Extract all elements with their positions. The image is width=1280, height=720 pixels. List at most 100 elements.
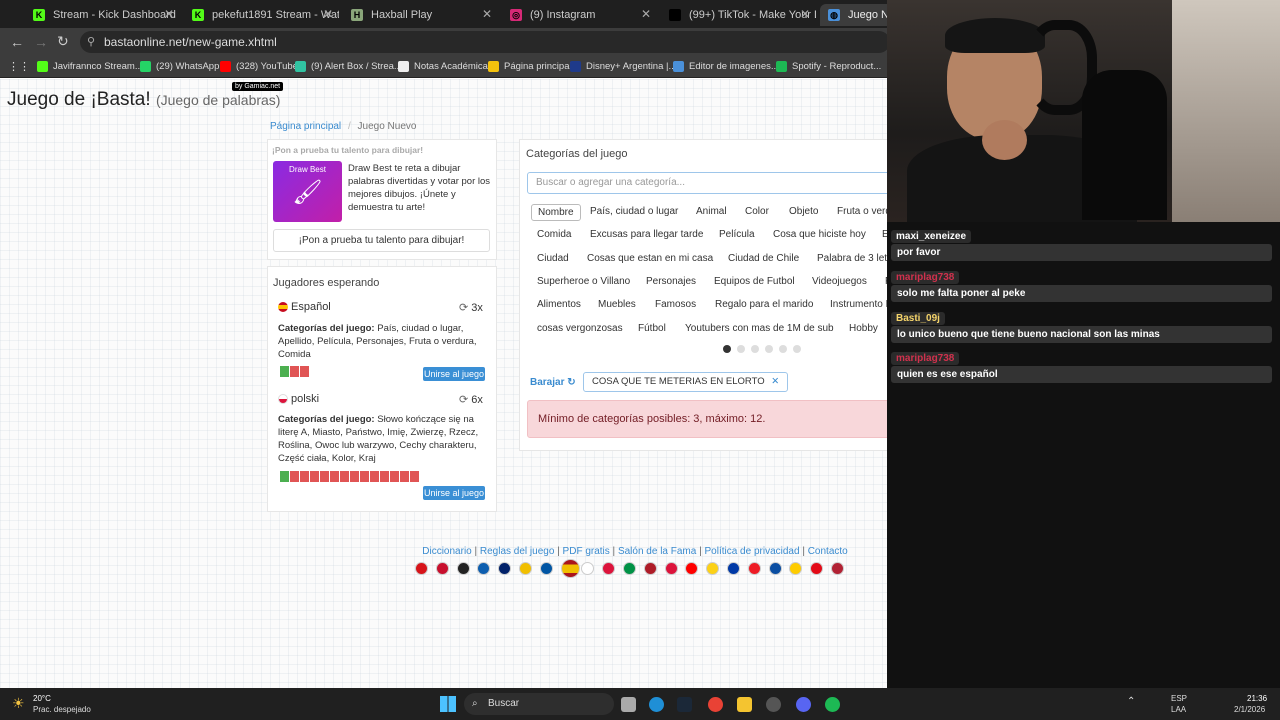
category-chip[interactable]: Regalo para el marido: [709, 297, 819, 312]
flag-icon[interactable]: [498, 562, 512, 575]
browser-tab[interactable]: ♪ (99+) TikTok - Make Your Day✕: [661, 4, 816, 26]
flag-icon[interactable]: [643, 562, 657, 575]
flag-icon[interactable]: [519, 562, 532, 575]
footer-link[interactable]: PDF gratis: [563, 546, 610, 557]
flag-icon[interactable]: [664, 562, 678, 575]
category-chip[interactable]: Superheroe o Villano: [531, 274, 636, 289]
ad-image[interactable]: Draw Best 🖌: [273, 161, 342, 222]
category-chip[interactable]: cosas vergonzosas: [531, 321, 629, 336]
weather-icon[interactable]: ☀: [12, 695, 25, 712]
flag-icon[interactable]: [415, 562, 428, 575]
browser-tab[interactable]: H Haxball Play ✕: [343, 4, 498, 26]
bookmark-item[interactable]: Página principal: [488, 61, 572, 72]
page-dot[interactable]: [723, 345, 731, 353]
flag-icon[interactable]: [747, 562, 761, 575]
clock-time[interactable]: 21:36: [1247, 694, 1267, 703]
footer-link[interactable]: Diccionario: [422, 546, 471, 557]
footer-link[interactable]: Salón de la Fama: [618, 546, 696, 557]
apps-icon[interactable]: ⋮⋮: [8, 60, 30, 73]
spotify-icon[interactable]: [825, 697, 840, 712]
forward-icon[interactable]: →: [34, 34, 48, 50]
flag-icon[interactable]: [831, 562, 844, 575]
reload-icon[interactable]: ↻: [57, 33, 69, 50]
category-search-input[interactable]: Buscar o agregar una categoría...: [527, 172, 891, 194]
bookmark-item[interactable]: (328) YouTube: [220, 61, 298, 72]
page-dot[interactable]: [737, 345, 745, 353]
category-chip[interactable]: Youtubers con mas de 1M de sub: [679, 321, 840, 336]
category-chip[interactable]: Nombre: [531, 204, 581, 221]
back-icon[interactable]: ←: [10, 34, 24, 50]
tray-chevron-icon[interactable]: ⌃: [1127, 696, 1135, 707]
category-chip[interactable]: Cosa que hiciste hoy: [767, 227, 872, 242]
flag-icon[interactable]: [768, 562, 782, 575]
discord-icon[interactable]: [796, 697, 811, 712]
page-dot[interactable]: [793, 345, 801, 353]
tab-close-icon[interactable]: ✕: [641, 7, 651, 21]
flag-icon[interactable]: [435, 562, 449, 575]
flag-icon[interactable]: [560, 559, 580, 578]
flag-icon[interactable]: [810, 562, 824, 575]
category-chip[interactable]: Película: [713, 227, 761, 242]
page-dot[interactable]: [765, 345, 773, 353]
bookmark-item[interactable]: Spotify - Reproduct...: [776, 61, 881, 72]
windows-start-icon[interactable]: [440, 696, 456, 712]
category-chip[interactable]: Comida: [531, 227, 577, 242]
site-info-icon[interactable]: ⚲: [87, 31, 95, 53]
gamiac-badge[interactable]: by Gamiac.net: [232, 82, 284, 91]
obs-icon[interactable]: [766, 697, 781, 712]
flag-icon[interactable]: [581, 562, 595, 575]
category-chip[interactable]: Cosas que estan en mi casa: [581, 251, 719, 266]
flag-icon[interactable]: [706, 562, 720, 575]
footer-link[interactable]: Política de privacidad: [704, 546, 799, 557]
footer-link[interactable]: Contacto: [808, 546, 848, 557]
task-view-icon[interactable]: [621, 697, 636, 712]
browser-tab[interactable]: ◎ (9) Instagram ✕: [502, 4, 657, 26]
tab-close-icon[interactable]: ✕: [800, 7, 810, 21]
category-chip[interactable]: Color: [739, 204, 775, 219]
tab-close-icon[interactable]: ✕: [164, 7, 174, 21]
category-chip[interactable]: Ciudad de Chile: [722, 251, 805, 266]
bookmark-item[interactable]: Editor de imagenes...: [673, 61, 779, 72]
category-chip[interactable]: Videojuegos: [806, 274, 873, 289]
flag-icon[interactable]: [477, 562, 491, 575]
weather-desc[interactable]: Prac. despejado: [33, 705, 91, 714]
flag-icon[interactable]: [685, 562, 699, 575]
ad-header[interactable]: ¡Pon a prueba tu talento para dibujar!: [272, 145, 423, 155]
page-dot[interactable]: [751, 345, 759, 353]
category-chip[interactable]: Ciudad: [531, 251, 575, 266]
browser-tab[interactable]: Kpekefut1891 Stream - Watch Li✕: [184, 4, 339, 26]
bookmark-item[interactable]: Notas Académicas: [398, 61, 493, 72]
remove-category-icon[interactable]: ✕: [771, 376, 779, 387]
breadcrumb-home-link[interactable]: Página principal: [270, 121, 341, 132]
flag-icon[interactable]: [789, 562, 803, 575]
category-chip[interactable]: Hobby: [843, 321, 884, 336]
file-explorer-icon[interactable]: [737, 697, 752, 712]
weather-temp[interactable]: 20°C: [33, 694, 51, 703]
category-chip[interactable]: País, ciudad o lugar: [584, 204, 684, 219]
footer-link[interactable]: Reglas del juego: [480, 546, 555, 557]
shuffle-button[interactable]: Barajar ↻: [530, 377, 576, 388]
category-chip[interactable]: Excusas para llegar tarde: [584, 227, 709, 242]
bookmark-item[interactable]: (29) WhatsApp: [140, 61, 219, 72]
input-layout[interactable]: LAA: [1171, 705, 1186, 714]
flag-icon[interactable]: [456, 562, 470, 575]
category-chip[interactable]: Objeto: [783, 204, 824, 219]
category-chip[interactable]: Alimentos: [531, 297, 587, 312]
join-game-button[interactable]: Unirse al juego: [423, 367, 485, 381]
category-chip[interactable]: Muebles: [592, 297, 642, 312]
flag-icon[interactable]: [539, 562, 553, 575]
flag-icon[interactable]: [602, 562, 616, 575]
browser-tab[interactable]: K Stream - Kick Dashboard ✕: [25, 4, 180, 26]
steam-icon[interactable]: [677, 697, 692, 712]
chrome-icon[interactable]: [708, 697, 723, 712]
category-chip[interactable]: Personajes: [640, 274, 702, 289]
category-chip[interactable]: Animal: [690, 204, 733, 219]
category-chip[interactable]: Famosos: [649, 297, 702, 312]
clock-date[interactable]: 2/1/2026: [1234, 705, 1265, 714]
join-game-button[interactable]: Unirse al juego: [423, 486, 485, 500]
ad-cta-button[interactable]: ¡Pon a prueba tu talento para dibujar!: [273, 229, 490, 252]
tab-close-icon[interactable]: ✕: [482, 7, 492, 21]
input-lang[interactable]: ESP: [1171, 694, 1187, 703]
flag-icon[interactable]: [727, 562, 740, 575]
bookmark-item[interactable]: Disney+ Argentina |...: [570, 61, 676, 72]
